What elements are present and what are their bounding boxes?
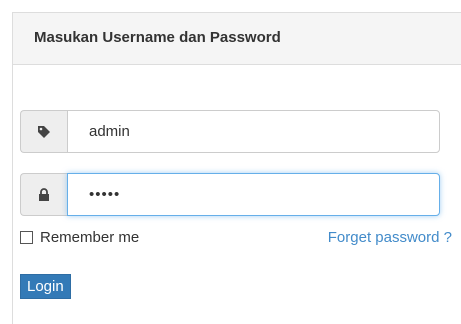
username-group bbox=[20, 110, 440, 153]
login-button[interactable]: Login bbox=[20, 274, 71, 299]
remember-checkbox[interactable] bbox=[20, 231, 33, 244]
tag-icon bbox=[20, 110, 67, 153]
remember-label: Remember me bbox=[40, 229, 140, 246]
lock-icon bbox=[20, 173, 67, 216]
username-input[interactable] bbox=[67, 110, 440, 153]
login-panel: Masukan Username dan Password bbox=[12, 12, 461, 324]
forget-password-link[interactable]: Forget password ? bbox=[328, 229, 452, 246]
password-masked-value: ••••• bbox=[89, 186, 121, 203]
password-group: ••••• bbox=[20, 173, 440, 216]
password-input[interactable]: ••••• bbox=[67, 173, 440, 216]
panel-title: Masukan Username dan Password bbox=[34, 29, 281, 46]
remember-me[interactable]: Remember me bbox=[20, 229, 139, 246]
